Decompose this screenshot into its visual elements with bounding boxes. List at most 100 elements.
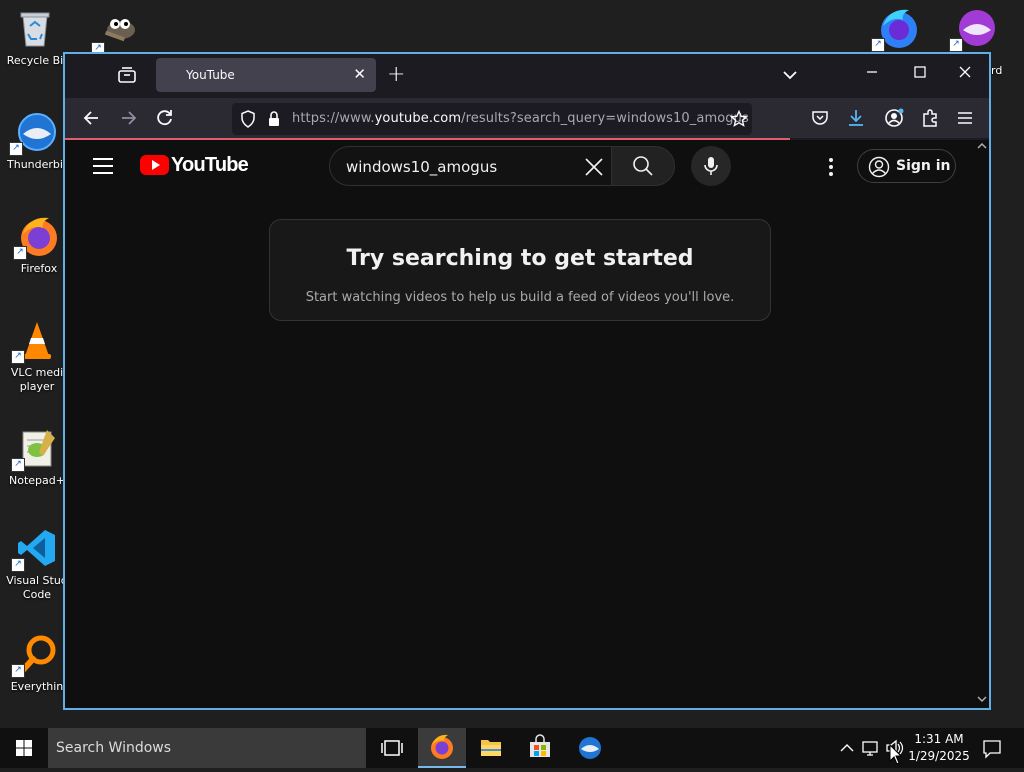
desktop-icon-thunderbird[interactable]: ↗ Thunderbi: [4, 110, 66, 172]
desktop-icon-vscode[interactable]: ↗ Visual Stud Code: [6, 526, 68, 602]
back-button[interactable]: [80, 108, 104, 130]
vertical-scrollbar[interactable]: [975, 140, 989, 708]
notepad-plus-plus-icon: ↗: [11, 426, 59, 472]
url-bar[interactable]: https://www.youtube.com/results?search_q…: [232, 103, 752, 135]
firefox-icon: ↗: [13, 214, 61, 260]
taskbar-firefox[interactable]: [418, 728, 466, 768]
clock-time: 1:31 AM: [914, 732, 964, 746]
shortcut-arrow-icon: ↗: [9, 142, 23, 156]
show-hidden-icons[interactable]: [838, 728, 856, 768]
windows-logo-icon: [16, 740, 32, 756]
reload-button[interactable]: [153, 108, 177, 130]
gimp-icon: ↗: [91, 10, 139, 56]
youtube-page: YouTube windows10_amogus Sign in Try sea…: [65, 140, 977, 708]
taskbar-file-explorer[interactable]: [467, 728, 515, 768]
vlc-icon: ↗: [11, 318, 59, 364]
store-icon: [530, 734, 550, 757]
empty-feed-card: Try searching to get started Start watch…: [269, 219, 771, 321]
start-button[interactable]: [0, 728, 48, 768]
downloads-icon[interactable]: [847, 108, 865, 132]
tab-bar: YouTube ✕ +: [65, 54, 989, 98]
thunderbird-icon: ↗: [9, 110, 57, 156]
task-view-button[interactable]: [368, 728, 416, 768]
desktop-icon-label: Thunderbi: [7, 158, 63, 171]
desktop-icon-label: VLC medi player: [10, 366, 64, 393]
search-button[interactable]: [611, 146, 675, 186]
desktop-icon-notepad-plus-plus[interactable]: ↗ Notepad+: [6, 426, 68, 488]
url-path: /results?search_query=windows10_amogus: [461, 111, 749, 126]
voice-search-button[interactable]: [691, 146, 731, 186]
firefox-developer-icon: ↗: [871, 6, 919, 52]
youtube-logo-icon[interactable]: [140, 154, 170, 178]
empty-feed-title: Try searching to get started: [346, 246, 694, 271]
app-menu-icon[interactable]: [957, 110, 973, 130]
everything-search-icon: ↗: [11, 632, 59, 678]
desktop-icon-firefox-developer[interactable]: ↗: [866, 6, 928, 54]
shortcut-arrow-icon: ↗: [871, 38, 885, 52]
close-window-button[interactable]: [958, 64, 972, 83]
action-center-icon[interactable]: [980, 728, 1004, 768]
search-input[interactable]: windows10_amogus: [346, 158, 497, 176]
sign-in-button[interactable]: Sign in: [857, 149, 956, 183]
guide-menu-icon[interactable]: [93, 158, 113, 174]
pocket-icon[interactable]: [811, 109, 829, 131]
shortcut-arrow-icon: ↗: [11, 350, 25, 364]
shortcut-arrow-icon: ↗: [11, 664, 25, 678]
taskbar-search-box[interactable]: Search Windows: [48, 728, 366, 768]
desktop-icon-label: Notepad+: [9, 474, 65, 487]
new-tab-button[interactable]: +: [387, 62, 405, 87]
url-text[interactable]: https://www.youtube.com/results?search_q…: [292, 111, 749, 126]
vscode-icon: ↗: [11, 526, 59, 572]
firefox-view-icon[interactable]: [117, 66, 139, 86]
scroll-down-arrow-icon[interactable]: [977, 693, 987, 706]
taskbar-thunderbird[interactable]: [565, 728, 613, 768]
folder-icon: [481, 740, 501, 756]
tab-close-icon[interactable]: ✕: [353, 65, 366, 83]
lock-icon[interactable]: [267, 110, 281, 132]
clear-search-icon[interactable]: [583, 156, 605, 178]
shortcut-arrow-icon: ↗: [949, 38, 963, 52]
search-box[interactable]: windows10_amogus: [329, 146, 611, 186]
minimize-button[interactable]: [865, 64, 879, 83]
desktop-icon-gimp[interactable]: ↗: [86, 10, 148, 58]
empty-feed-subtitle: Start watching videos to help us build a…: [305, 290, 735, 305]
extensions-icon[interactable]: [921, 108, 939, 132]
firefox-window: YouTube ✕ + https://www.youtube.com/resu…: [63, 52, 991, 710]
settings-kebab-icon[interactable]: [821, 156, 841, 178]
maximize-button[interactable]: [913, 64, 927, 83]
navigation-toolbar: https://www.youtube.com/results?search_q…: [65, 98, 989, 140]
shortcut-arrow-icon: ↗: [11, 458, 25, 472]
thunderbird-icon: [579, 737, 601, 759]
mouse-cursor-icon: [889, 743, 903, 770]
shortcut-arrow-icon: ↗: [13, 246, 27, 260]
desktop-icon-everything[interactable]: ↗ Everythin: [6, 632, 68, 694]
youtube-logo-text[interactable]: YouTube: [171, 154, 249, 177]
list-all-tabs-icon[interactable]: [782, 66, 798, 85]
desktop-icon-recycle-bin[interactable]: Recycle Bi: [4, 6, 66, 68]
account-icon[interactable]: [884, 108, 904, 132]
search-icon: [632, 155, 654, 181]
desktop-icon-label: Recycle Bi: [6, 54, 64, 67]
taskbar-search-placeholder: Search Windows: [56, 740, 172, 756]
desktop-icon-label: Firefox: [20, 262, 58, 275]
shortcut-arrow-icon: ↗: [11, 558, 25, 572]
url-prefix: https://www.: [292, 111, 375, 126]
taskbar-microsoft-store[interactable]: [516, 728, 564, 768]
clock-date: 1/29/2025: [908, 749, 970, 763]
bookmark-star-icon[interactable]: [729, 109, 749, 132]
url-host: youtube.com: [374, 111, 462, 126]
tracking-protection-shield-icon[interactable]: [240, 110, 256, 132]
desktop-icon-firefox[interactable]: ↗ Firefox: [8, 214, 70, 276]
taskbar-clock[interactable]: 1:31 AM 1/29/2025: [908, 731, 970, 765]
chevron-up-icon: [840, 744, 854, 752]
desktop-icon-label: Everythin: [10, 680, 64, 693]
desktop-icon-label: Visual Stud Code: [6, 574, 68, 601]
desktop-icon-thunderbird-beta[interactable]: ↗ ird: [944, 6, 1006, 77]
firefox-icon: [431, 734, 453, 759]
tab-youtube[interactable]: YouTube ✕: [156, 58, 376, 92]
scroll-up-arrow-icon[interactable]: [977, 140, 987, 153]
user-avatar-icon: [868, 156, 890, 182]
network-icon[interactable]: [860, 728, 882, 768]
forward-button[interactable]: [116, 108, 140, 130]
desktop-icon-vlc[interactable]: ↗ VLC medi player: [6, 318, 68, 394]
